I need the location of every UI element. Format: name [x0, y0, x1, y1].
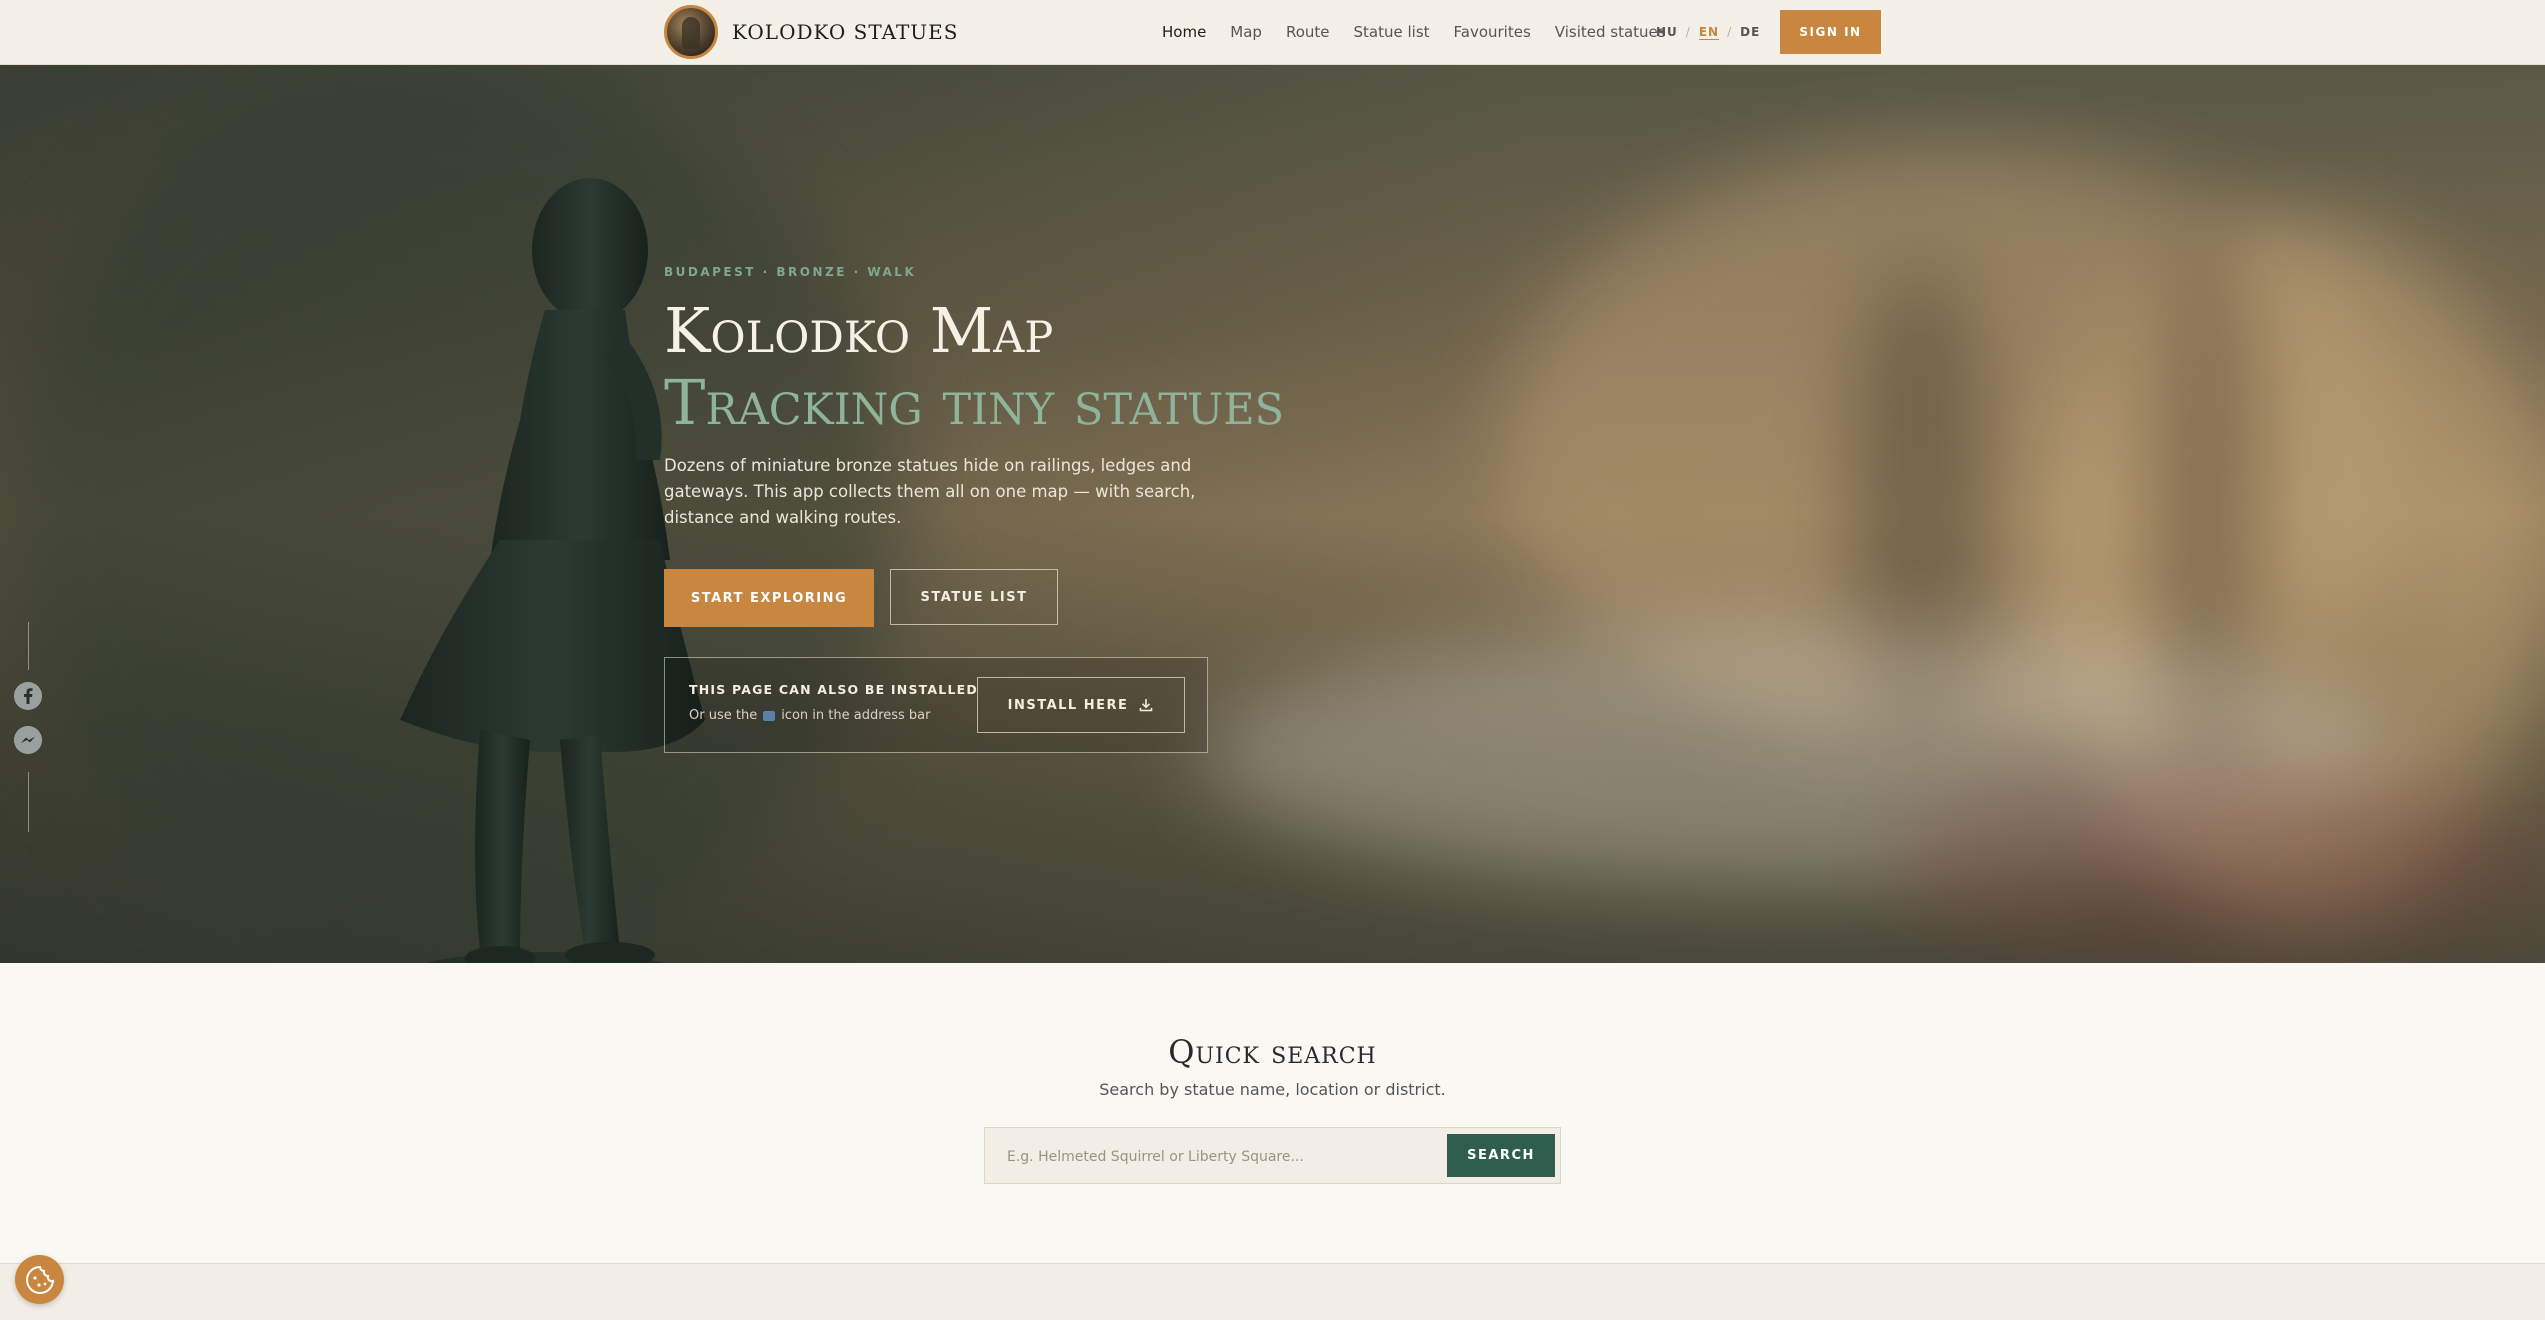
hero-buttons: START EXPLORING STATUE LIST	[664, 569, 1058, 627]
nav-home[interactable]: Home	[1162, 23, 1206, 41]
hero-section: BUDAPEST · BRONZE · WALK Kolodko Map Tra…	[0, 65, 2545, 963]
install-button[interactable]: INSTALL HERE	[977, 677, 1185, 733]
hero-text: BUDAPEST · BRONZE · WALK Kolodko Map Tra…	[664, 265, 1464, 531]
next-section-strip	[0, 1263, 2545, 1320]
nav-map[interactable]: Map	[1230, 23, 1262, 41]
rail-line	[28, 622, 29, 670]
top-navigation-bar: KOLODKO STATUES Home Map Route Statue li…	[0, 0, 2545, 65]
install-app-icon	[763, 710, 776, 721]
statue-logo-icon	[664, 5, 718, 59]
lang-separator: /	[1727, 25, 1733, 39]
sign-in-button[interactable]: SIGN IN	[1780, 10, 1881, 54]
quick-search-form: SEARCH	[984, 1127, 1561, 1185]
hero-title: Kolodko Map	[664, 294, 1054, 367]
language-switcher: HU / EN / DE	[1656, 0, 1760, 64]
hero-bg-car	[1900, 765, 2545, 963]
lang-separator: /	[1685, 25, 1691, 39]
search-input[interactable]	[1005, 1128, 1439, 1185]
messenger-icon[interactable]	[14, 726, 42, 754]
install-button-label: INSTALL HERE	[1007, 697, 1129, 713]
quick-search-title: Quick search	[1168, 1033, 1377, 1071]
install-hint-before: Or use the	[689, 708, 758, 723]
nav-statue-list[interactable]: Statue list	[1354, 23, 1430, 41]
brand[interactable]: KOLODKO STATUES	[664, 4, 958, 60]
download-icon	[1140, 699, 1153, 712]
rail-line	[28, 772, 29, 832]
start-exploring-button[interactable]: START EXPLORING	[664, 569, 874, 627]
install-prompt: THIS PAGE CAN ALSO BE INSTALLED Or use t…	[664, 657, 1208, 753]
nav-route[interactable]: Route	[1286, 23, 1330, 41]
social-share-rail	[14, 622, 44, 832]
lang-en[interactable]: EN	[1698, 25, 1720, 40]
quick-search-subtitle: Search by statue name, location or distr…	[1099, 1080, 1446, 1099]
cookie-settings-button[interactable]	[15, 1255, 64, 1304]
nav-visited-statues[interactable]: Visited statues	[1555, 23, 1666, 41]
main-nav: Home Map Route Statue list Favourites Vi…	[1162, 0, 1666, 64]
install-title: THIS PAGE CAN ALSO BE INSTALLED	[689, 682, 978, 697]
brand-name: KOLODKO STATUES	[732, 20, 959, 44]
nav-favourites[interactable]: Favourites	[1454, 23, 1531, 41]
statue-list-button[interactable]: STATUE LIST	[890, 569, 1058, 625]
hero-eyebrow: BUDAPEST · BRONZE · WALK	[664, 265, 917, 279]
cookie-icon	[25, 1265, 54, 1294]
lang-hu[interactable]: HU	[1656, 25, 1678, 39]
lang-de[interactable]: DE	[1740, 25, 1760, 39]
hero-subtitle: Tracking tiny statues	[664, 366, 1285, 439]
search-button[interactable]: SEARCH	[1447, 1134, 1555, 1177]
install-hint-after: icon in the address bar	[781, 708, 931, 723]
install-hint: Or use the icon in the address bar	[689, 708, 931, 723]
facebook-icon[interactable]	[14, 682, 42, 710]
hero-description: Dozens of miniature bronze statues hide …	[664, 456, 1196, 527]
